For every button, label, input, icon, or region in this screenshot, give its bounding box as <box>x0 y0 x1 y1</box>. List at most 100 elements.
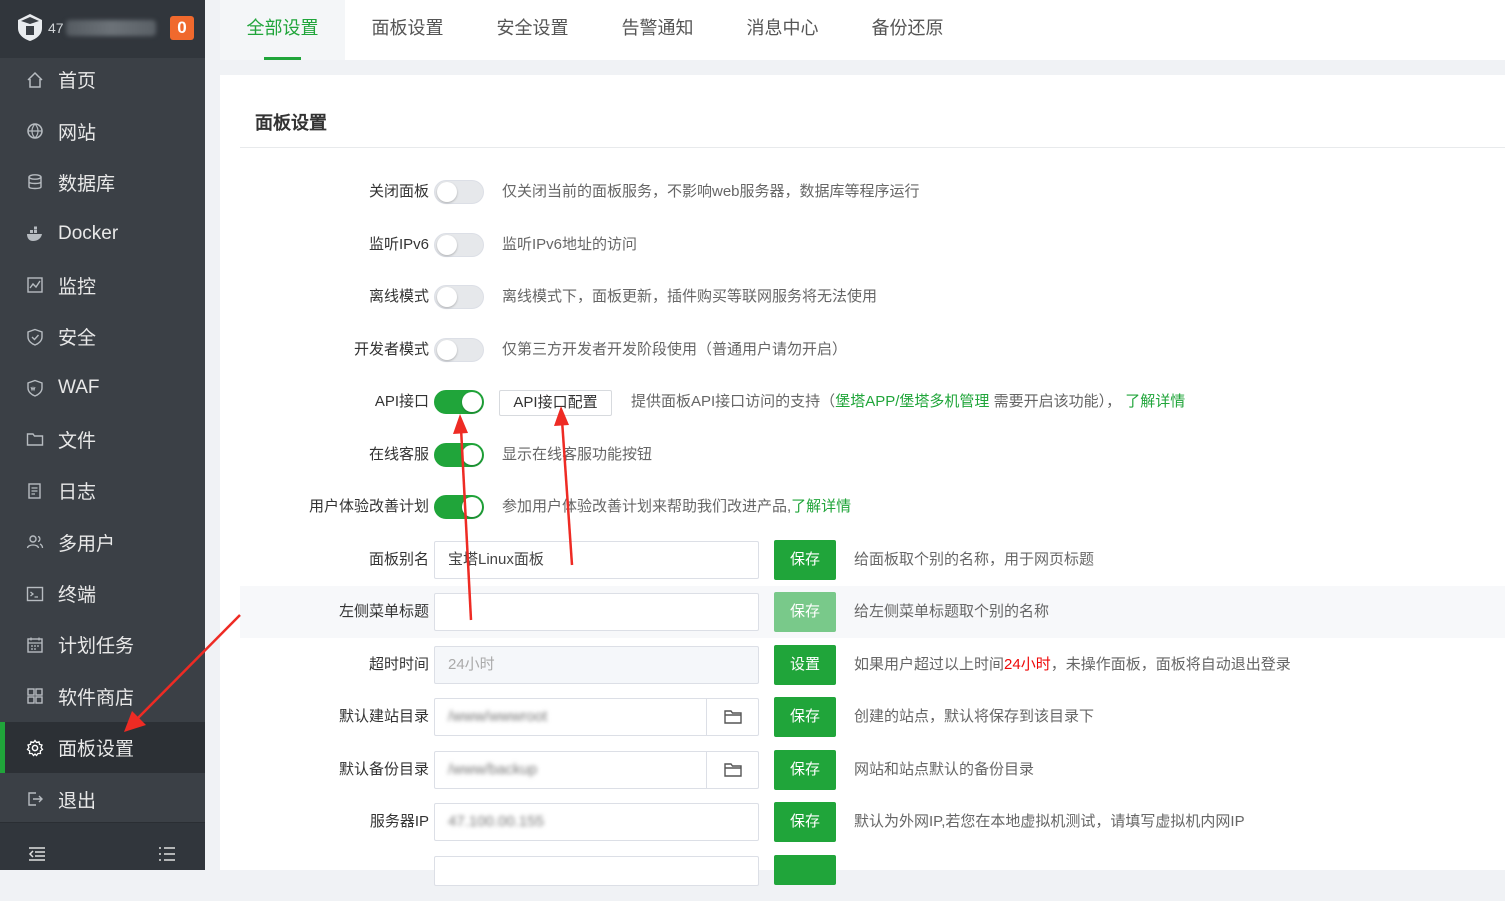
save-alias-button[interactable]: 保存 <box>774 540 836 580</box>
setting-description: 提供面板API接口访问的支持（堡塔APP/堡塔多机管理 需要开启该功能）， 了解… <box>631 376 1185 428</box>
setting-description: 给左侧菜单标题取个别的名称 <box>854 603 1050 620</box>
online-service-toggle[interactable] <box>434 443 484 467</box>
close-panel-toggle[interactable] <box>434 180 484 204</box>
sidebar-item-label: 日志 <box>58 482 97 504</box>
ipv6-toggle[interactable] <box>434 233 484 257</box>
backup-dir-browse-button[interactable] <box>706 752 758 788</box>
site-dir-input[interactable]: /www/wwwroot <box>434 698 759 736</box>
setting-row-next <box>240 849 1505 901</box>
sidebar-item-label: 监控 <box>58 276 97 298</box>
offline-mode-toggle[interactable] <box>434 285 484 309</box>
collapse-sidebar-icon[interactable] <box>28 846 46 862</box>
folder-icon <box>26 430 44 448</box>
setting-row-timeout: 超时时间 24小时 设置 如果用户超过以上时间24小时，未操作面板，面板将自动退… <box>240 639 1505 691</box>
next-setting-button[interactable] <box>774 855 836 885</box>
site-dir-value: /www/wwwroot <box>448 708 548 725</box>
save-site-dir-button[interactable]: 保存 <box>774 697 836 737</box>
sidebar-item-monitor[interactable]: 监控 <box>0 260 205 311</box>
sidebar-item-home[interactable]: 首页 <box>0 54 205 105</box>
server-header: 47 0 <box>0 0 205 58</box>
sidebar-item-label: 计划任务 <box>58 636 135 658</box>
setting-row-ux-plan: 用户体验改善计划 参加用户体验改善计划来帮助我们改进产品,了解详情 <box>240 481 1505 533</box>
sidebar-item-users[interactable]: 多用户 <box>0 517 205 568</box>
shield-icon <box>26 328 44 346</box>
setting-label: 超时时间 <box>368 656 429 673</box>
users-icon <box>26 533 44 551</box>
panel-alias-input[interactable]: 宝塔Linux面板 <box>434 541 759 579</box>
next-setting-input[interactable] <box>434 856 759 886</box>
save-server-ip-button[interactable]: 保存 <box>774 802 836 842</box>
timeout-desc-suffix: ，未操作面板，面板将自动退出登录 <box>1050 656 1291 673</box>
save-backup-dir-button[interactable]: 保存 <box>774 750 836 790</box>
sidebar-footer <box>0 822 205 870</box>
server-ip-input[interactable]: 47.100.00.155 <box>434 803 759 841</box>
sidebar-item-label: 首页 <box>58 71 97 93</box>
sidebar-item-docker[interactable]: Docker <box>0 208 205 259</box>
api-learn-more-link[interactable]: 了解详情 <box>1125 393 1185 410</box>
apps-icon <box>26 687 44 705</box>
sidebar-item-label: 软件商店 <box>58 687 135 709</box>
setting-label: 左侧菜单标题 <box>338 603 429 620</box>
bt-app-link[interactable]: 堡塔APP/ <box>835 393 899 410</box>
setting-description: 参加用户体验改善计划来帮助我们改进产品,了解详情 <box>502 481 851 533</box>
section-title: 面板设置 <box>255 113 327 133</box>
setting-description: 监听IPv6地址的访问 <box>502 236 638 253</box>
setting-description: 仅第三方开发者开发阶段使用（普通用户请勿开启） <box>502 341 848 358</box>
setting-description: 给面板取个别的名称，用于网页标题 <box>854 551 1095 568</box>
tab-all-settings[interactable]: 全部设置 <box>220 0 345 60</box>
set-timeout-button[interactable]: 设置 <box>774 645 836 685</box>
menu-title-input[interactable] <box>434 593 759 631</box>
panel-settings-card: 面板设置 关闭面板 仅关闭当前的面板服务，不影响web服务器，数据库等程序运行 … <box>220 75 1505 886</box>
setting-label: 用户体验改善计划 <box>308 498 429 515</box>
setting-label: API接口 <box>374 393 429 410</box>
sidebar-item-app-store[interactable]: 软件商店 <box>0 671 205 722</box>
sidebar-item-panel-settings[interactable]: 面板设置 <box>0 722 205 774</box>
site-dir-browse-button[interactable] <box>706 699 758 735</box>
setting-row-panel-alias: 面板别名 宝塔Linux面板 保存 给面板取个别的名称，用于网页标题 <box>240 534 1505 586</box>
sidebar-item-website[interactable]: 网站 <box>0 105 205 156</box>
tab-panel-settings[interactable]: 面板设置 <box>345 0 470 60</box>
home-icon <box>26 71 44 89</box>
multi-machine-link[interactable]: 堡塔多机管理 <box>899 393 989 410</box>
setting-label: 离线模式 <box>368 288 429 305</box>
waf-icon <box>26 379 44 397</box>
api-config-button[interactable]: API接口配置 <box>499 390 612 416</box>
settings-tabs: 全部设置 面板设置 安全设置 告警通知 消息中心 备份还原 <box>220 0 1505 60</box>
tab-security-settings[interactable]: 安全设置 <box>470 0 595 60</box>
setting-label: 服务器IP <box>369 813 429 830</box>
save-menu-title-button[interactable]: 保存 <box>774 592 836 632</box>
ux-learn-more-link[interactable]: 了解详情 <box>791 498 851 515</box>
menu-list-icon[interactable] <box>158 846 176 862</box>
setting-description: 如果用户超过以上时间24小时，未操作面板，面板将自动退出登录 <box>854 639 1291 691</box>
setting-label: 默认建站目录 <box>338 708 429 725</box>
tab-alert-notifications[interactable]: 告警通知 <box>595 0 720 60</box>
sidebar-item-security[interactable]: 安全 <box>0 311 205 362</box>
docker-icon <box>26 225 44 243</box>
message-count-badge[interactable]: 0 <box>170 16 194 40</box>
sidebar-item-logout[interactable]: 退出 <box>0 773 205 824</box>
sidebar-item-label: WAF <box>58 377 100 399</box>
server-ip-value: 47.100.00.155 <box>448 813 544 830</box>
gear-icon <box>26 739 44 757</box>
sidebar-item-terminal[interactable]: 终端 <box>0 568 205 619</box>
backup-dir-value: /www/backup <box>448 761 538 778</box>
setting-description: 创建的站点，默认将保存到该目录下 <box>854 708 1095 725</box>
ux-plan-toggle[interactable] <box>434 495 484 519</box>
sidebar-item-cron[interactable]: 计划任务 <box>0 619 205 670</box>
sidebar-item-label: 网站 <box>58 122 97 144</box>
tab-message-center[interactable]: 消息中心 <box>720 0 845 60</box>
setting-label: 开发者模式 <box>353 341 429 358</box>
sidebar-item-database[interactable]: 数据库 <box>0 157 205 208</box>
api-toggle[interactable] <box>434 390 484 414</box>
tab-backup-restore[interactable]: 备份还原 <box>845 0 970 60</box>
setting-description: 离线模式下，面板更新，插件购买等联网服务将无法使用 <box>502 288 878 305</box>
sidebar-item-files[interactable]: 文件 <box>0 414 205 465</box>
setting-label: 默认备份目录 <box>338 761 429 778</box>
setting-row-close-panel: 关闭面板 仅关闭当前的面板服务，不影响web服务器，数据库等程序运行 <box>240 166 1505 218</box>
divider <box>240 147 1505 148</box>
sidebar-item-logs[interactable]: 日志 <box>0 465 205 516</box>
sidebar-item-waf[interactable]: WAF <box>0 362 205 413</box>
setting-row-developer-mode: 开发者模式 仅第三方开发者开发阶段使用（普通用户请勿开启） <box>240 324 1505 376</box>
backup-dir-input[interactable]: /www/backup <box>434 751 759 789</box>
developer-mode-toggle[interactable] <box>434 338 484 362</box>
